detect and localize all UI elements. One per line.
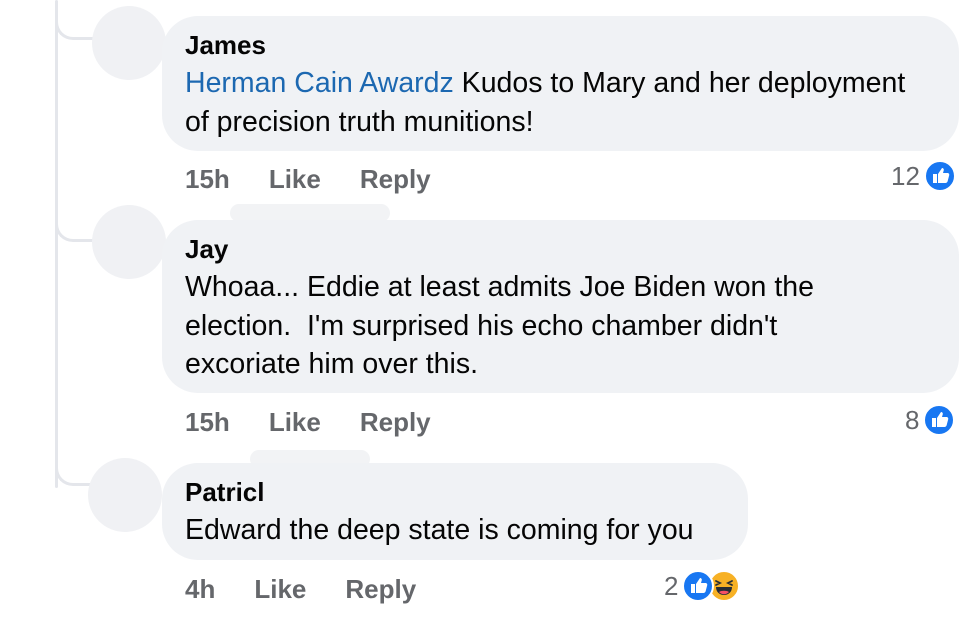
like-button[interactable]: Like bbox=[269, 407, 321, 438]
reply-button[interactable]: Reply bbox=[360, 164, 431, 195]
thread-line bbox=[55, 0, 58, 488]
comment-text: Herman Cain Awardz Kudos to Mary and her… bbox=[185, 64, 935, 141]
comment-timestamp[interactable]: 4h bbox=[185, 574, 215, 605]
comment-text: Edward the deep state is coming for you bbox=[185, 514, 694, 546]
like-icon bbox=[682, 570, 715, 602]
like-icon bbox=[923, 404, 956, 436]
comment-actions: 4h Like Reply bbox=[185, 572, 416, 606]
avatar[interactable] bbox=[92, 6, 166, 80]
comment-timestamp[interactable]: 15h bbox=[185, 407, 230, 438]
reaction-summary[interactable]: 2 bbox=[664, 568, 741, 604]
comment-author[interactable]: Jay bbox=[185, 234, 935, 264]
comment-author[interactable]: James bbox=[185, 30, 935, 60]
avatar[interactable] bbox=[92, 205, 166, 279]
comment-author[interactable]: Patricl bbox=[185, 477, 724, 507]
comment-bubble: Patricl Edward the deep state is coming … bbox=[162, 463, 748, 560]
comment-text: Whoaa... Eddie at least admits Joe Biden… bbox=[185, 271, 822, 380]
comment-bubble: Jay Whoaa... Eddie at least admits Joe B… bbox=[162, 220, 959, 393]
thread-branch bbox=[55, 456, 95, 486]
reaction-count: 2 bbox=[664, 570, 679, 601]
comment-actions: 15h Like Reply bbox=[185, 162, 431, 196]
comment-bubble: James Herman Cain Awardz Kudos to Mary a… bbox=[162, 16, 959, 151]
comment-timestamp[interactable]: 15h bbox=[185, 164, 230, 195]
like-icon bbox=[923, 160, 956, 192]
reaction-summary[interactable]: 12 bbox=[891, 158, 956, 194]
comment-actions: 15h Like Reply bbox=[185, 405, 431, 439]
reaction-count: 8 bbox=[905, 404, 920, 435]
reply-button[interactable]: Reply bbox=[360, 407, 431, 438]
thread-branch bbox=[55, 10, 95, 40]
reaction-count: 12 bbox=[891, 160, 920, 191]
mention-link[interactable]: Herman Cain Awardz bbox=[185, 67, 454, 99]
thread-branch bbox=[55, 212, 95, 242]
reaction-summary[interactable]: 8 bbox=[905, 402, 956, 438]
like-button[interactable]: Like bbox=[254, 574, 306, 605]
reply-button[interactable]: Reply bbox=[345, 574, 416, 605]
like-button[interactable]: Like bbox=[269, 164, 321, 195]
avatar[interactable] bbox=[88, 458, 162, 532]
